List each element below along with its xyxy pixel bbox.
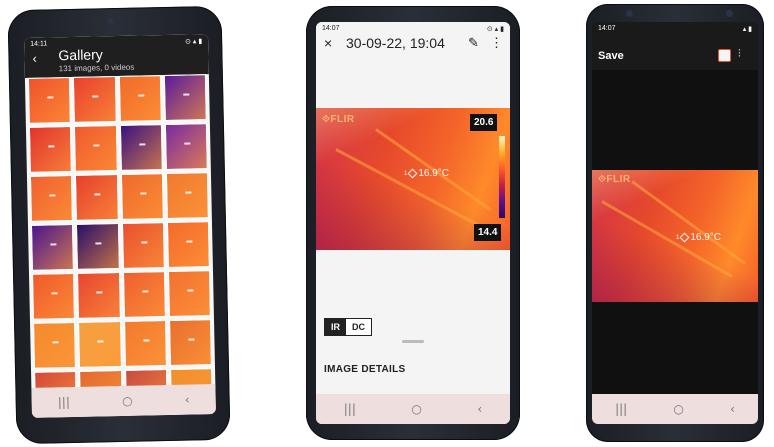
close-icon[interactable]: × — [324, 35, 332, 51]
gallery-thumbnail[interactable] — [29, 174, 74, 222]
gallery-thumbnail[interactable] — [32, 272, 76, 320]
status-icons: ⊙ ▴ ▮ — [486, 26, 504, 33]
thermal-image[interactable]: ⟐FLIR 1 16.9°C 20.6 14.4 — [316, 108, 510, 250]
android-nav-bar: ||| ○ ‹ — [592, 394, 758, 424]
gallery-thumbnail[interactable] — [123, 320, 167, 367]
back-icon[interactable]: ‹ — [730, 402, 735, 416]
gallery-thumbnail[interactable] — [33, 321, 77, 369]
gallery-thumbnail[interactable] — [166, 221, 210, 268]
image-details-heading[interactable]: IMAGE DETAILS — [324, 364, 406, 375]
status-bar: 14:07 ⊙ ▴ ▮ — [316, 22, 510, 36]
phone-edit: 14:07 ▴ ▮ Save ⫶ ⟐FLIR 1 16.9°C ||| ○ ‹ — [586, 4, 764, 442]
edit-pencil-icon[interactable]: ✎ — [468, 35, 479, 51]
spot-diamond-icon — [407, 168, 418, 179]
spot-temperature: 16.9°C — [690, 232, 722, 243]
home-icon[interactable]: ○ — [411, 402, 421, 416]
gallery-thumbnail[interactable] — [120, 173, 164, 220]
status-icons: ▴ ▮ — [742, 26, 752, 33]
spot-meter[interactable]: 1 16.9°C — [404, 168, 449, 179]
gallery-thumbnail[interactable] — [163, 74, 207, 122]
spot-temperature: 16.9°C — [418, 168, 450, 179]
gallery-thumbnail[interactable] — [74, 125, 118, 172]
image-padding-bottom — [592, 302, 758, 394]
home-icon[interactable]: ○ — [122, 394, 133, 408]
status-bar: 14:11 ⊙ ▴ ▮ — [24, 34, 208, 52]
color-scale-bar — [499, 136, 505, 218]
front-camera — [626, 10, 633, 17]
recents-icon[interactable]: ||| — [344, 402, 356, 416]
gallery-thumbnail[interactable] — [118, 75, 162, 122]
phone-viewer: 14:07 ⊙ ▴ ▮ × 30-09-22, 19:04 ✎ ⋮ ⟐FLIR … — [306, 6, 520, 440]
dc-button[interactable]: DC — [346, 319, 371, 335]
gallery-thumbnail[interactable] — [75, 174, 119, 221]
front-camera — [107, 18, 114, 25]
image-date-title: 30-09-22, 19:04 — [346, 35, 445, 51]
home-icon[interactable]: ○ — [673, 402, 683, 416]
phone-gallery: 14:11 ⊙ ▴ ▮ ‹ Gallery 131 images, 0 vide… — [7, 5, 231, 445]
gallery-thumbnail[interactable] — [27, 76, 72, 124]
gallery-thumbnail[interactable] — [168, 319, 212, 366]
status-bar: 14:07 ▴ ▮ — [592, 22, 758, 36]
android-nav-bar: ||| ○ ‹ — [31, 384, 216, 418]
gallery-thumbnail[interactable] — [76, 223, 120, 270]
adjust-sliders-icon[interactable]: ⫶ — [738, 48, 741, 61]
flir-logo: ⟐FLIR — [322, 114, 355, 125]
gallery-screen: 14:11 ⊙ ▴ ▮ ‹ Gallery 131 images, 0 vide… — [24, 34, 216, 418]
gallery-thumbnail[interactable] — [122, 271, 166, 318]
back-icon[interactable]: ‹ — [185, 393, 190, 407]
flir-logo: ⟐FLIR — [598, 174, 631, 185]
gallery-thumbnail[interactable] — [164, 123, 208, 171]
photo-stage: 14:11 ⊙ ▴ ▮ ‹ Gallery 131 images, 0 vide… — [0, 0, 774, 447]
proximity-sensor — [726, 10, 733, 17]
image-padding-top — [592, 70, 758, 170]
gallery-thumbnail[interactable] — [78, 320, 122, 368]
more-options-icon[interactable]: ⋮ — [490, 35, 503, 51]
gallery-count: 131 images, 0 videos — [58, 62, 135, 74]
status-time: 14:11 — [30, 40, 48, 48]
gallery-thumbnail[interactable] — [30, 223, 75, 271]
gallery-title: Gallery — [58, 46, 103, 64]
status-time: 14:07 — [598, 25, 616, 32]
scale-max: 20.6 — [470, 114, 498, 131]
thumbnail-grid — [27, 74, 213, 418]
bottom-sheet-handle[interactable] — [402, 340, 424, 343]
save-button[interactable]: Save — [598, 50, 624, 62]
gallery-thumbnail[interactable] — [73, 76, 117, 123]
gallery-thumbnail[interactable] — [28, 125, 73, 173]
back-icon[interactable]: ‹ — [477, 402, 482, 416]
viewer-screen: 14:07 ⊙ ▴ ▮ × 30-09-22, 19:04 ✎ ⋮ ⟐FLIR … — [316, 22, 510, 424]
status-icons: ⊙ ▴ ▮ — [184, 38, 203, 46]
spot-meter[interactable]: 1 16.9°C — [676, 232, 721, 243]
ir-button[interactable]: IR — [325, 319, 346, 335]
edit-header: 14:07 ▴ ▮ Save ⫶ — [592, 22, 758, 70]
gallery-thumbnail[interactable] — [121, 222, 165, 269]
gallery-thumbnail[interactable] — [119, 124, 163, 171]
back-arrow-icon[interactable]: ‹ — [32, 51, 37, 66]
gallery-thumbnail[interactable] — [77, 272, 121, 319]
spot-diamond-icon — [679, 232, 690, 243]
spot-tool-icon[interactable] — [718, 49, 731, 62]
status-time: 14:07 — [322, 25, 340, 32]
gallery-thumbnail[interactable] — [165, 172, 209, 220]
scale-min: 14.4 — [474, 224, 502, 241]
thermal-image[interactable]: ⟐FLIR 1 16.9°C — [592, 170, 758, 302]
gallery-thumbnail[interactable] — [167, 270, 211, 317]
ir-dc-toggle: IR DC — [324, 318, 372, 336]
viewer-header: 14:07 ⊙ ▴ ▮ × 30-09-22, 19:04 ✎ ⋮ — [316, 22, 510, 64]
gallery-header: 14:11 ⊙ ▴ ▮ ‹ Gallery 131 images, 0 vide… — [24, 34, 209, 78]
recents-icon[interactable]: ||| — [58, 395, 70, 409]
recents-icon[interactable]: ||| — [615, 402, 627, 416]
edit-screen: 14:07 ▴ ▮ Save ⫶ ⟐FLIR 1 16.9°C ||| ○ ‹ — [592, 22, 758, 424]
android-nav-bar: ||| ○ ‹ — [316, 394, 510, 424]
